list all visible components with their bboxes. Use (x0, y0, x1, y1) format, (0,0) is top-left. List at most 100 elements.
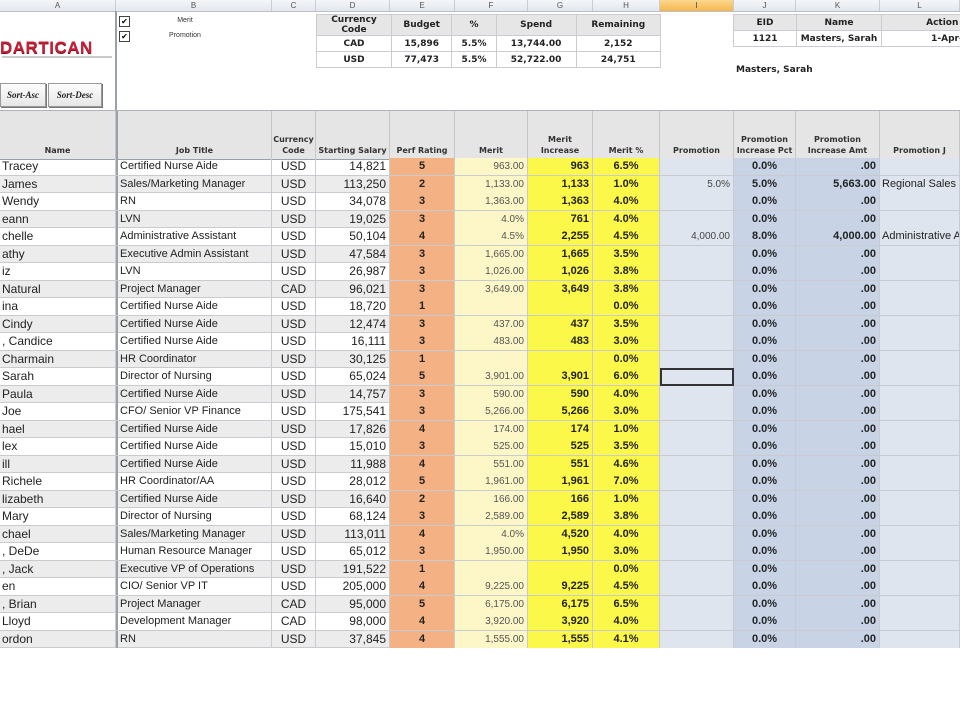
cell-promotion-increase-pct[interactable]: 0.0% (734, 210, 796, 228)
cell-promotion-job[interactable] (880, 263, 960, 280)
cell-merit[interactable]: 525.00 (455, 438, 528, 455)
cell-name[interactable]: athy (0, 245, 116, 263)
cell-promotion-job[interactable] (880, 315, 960, 333)
cell-name[interactable]: chelle (0, 228, 116, 245)
cell-perf-rating[interactable]: 2 (390, 175, 455, 193)
cell-promotion-job[interactable] (880, 298, 960, 315)
grid-header-job-title[interactable]: Job Title (116, 111, 272, 159)
cell-name[interactable]: Wendy (0, 193, 116, 210)
cell-name[interactable]: hael (0, 420, 116, 438)
cell-starting-salary[interactable]: 11,988 (316, 455, 390, 473)
cell-merit-pct[interactable]: 6.5% (593, 158, 660, 175)
cell-currency-code[interactable]: USD (272, 368, 316, 385)
column-header-k[interactable]: K (796, 0, 880, 11)
cell-job-title[interactable]: Executive Admin Assistant (116, 245, 272, 263)
cell-merit-pct[interactable]: 4.5% (593, 578, 660, 595)
cell-promotion[interactable] (660, 333, 734, 350)
cell-merit[interactable]: 483.00 (455, 333, 528, 350)
cell-merit-increase[interactable]: 174 (528, 420, 593, 438)
cell-job-title[interactable]: Certified Nurse Aide (116, 158, 272, 175)
cell-currency-code[interactable]: USD (272, 350, 316, 368)
cell-promotion-job[interactable] (880, 613, 960, 630)
cell-currency-code[interactable]: USD (272, 333, 316, 350)
cell-currency-code[interactable]: USD (272, 543, 316, 560)
cell-name[interactable]: Lloyd (0, 613, 116, 630)
cell-currency-code[interactable]: USD (272, 508, 316, 525)
cell-starting-salary[interactable]: 98,000 (316, 613, 390, 630)
cell-promotion[interactable] (660, 630, 734, 648)
cell-merit-pct[interactable]: 3.0% (593, 403, 660, 420)
cell-merit[interactable]: 2,589.00 (455, 508, 528, 525)
cell-job-title[interactable]: Certified Nurse Aide (116, 420, 272, 438)
cell-promotion-increase-amt[interactable]: .00 (796, 245, 880, 263)
cell-promotion-job[interactable] (880, 508, 960, 525)
cell-promotion-increase-amt[interactable]: .00 (796, 613, 880, 630)
grid-header-promotion-job[interactable]: Promotion J (880, 111, 960, 159)
cell-promotion[interactable] (660, 438, 734, 455)
budget-cell[interactable]: 13,744.00 (495, 35, 577, 52)
cell-starting-salary[interactable]: 14,757 (316, 385, 390, 403)
cell-merit-increase[interactable] (528, 560, 593, 578)
cell-job-title[interactable]: Director of Nursing (116, 368, 272, 385)
cell-perf-rating[interactable]: 2 (390, 490, 455, 508)
cell-promotion-job[interactable] (880, 280, 960, 298)
cell-job-title[interactable]: Certified Nurse Aide (116, 438, 272, 455)
cell-promotion[interactable] (660, 210, 734, 228)
cell-perf-rating[interactable]: 4 (390, 630, 455, 648)
cell-promotion-increase-pct[interactable]: 0.0% (734, 280, 796, 298)
cell-name[interactable]: iz (0, 263, 116, 280)
cell-job-title[interactable]: HR Coordinator/AA (116, 473, 272, 490)
cell-promotion-increase-amt[interactable]: .00 (796, 473, 880, 490)
cell-name[interactable]: lex (0, 438, 116, 455)
cell-promotion-increase-pct[interactable]: 0.0% (734, 333, 796, 350)
cell-promotion[interactable] (660, 525, 734, 543)
cell-promotion-increase-pct[interactable]: 0.0% (734, 368, 796, 385)
cell-job-title[interactable]: Administrative Assistant (116, 228, 272, 245)
cell-perf-rating[interactable]: 3 (390, 438, 455, 455)
cell-promotion[interactable] (660, 315, 734, 333)
cell-promotion-increase-amt[interactable]: .00 (796, 455, 880, 473)
cell-merit-pct[interactable]: 4.5% (593, 228, 660, 245)
cell-job-title[interactable]: RN (116, 193, 272, 210)
cell-job-title[interactable]: CIO/ Senior VP IT (116, 578, 272, 595)
cell-promotion[interactable]: 5.0% (660, 175, 734, 193)
cell-name[interactable]: chael (0, 525, 116, 543)
cell-currency-code[interactable]: USD (272, 193, 316, 210)
promotion-checkbox[interactable]: ✔ (119, 31, 130, 42)
cell-starting-salary[interactable]: 12,474 (316, 315, 390, 333)
cell-currency-code[interactable]: CAD (272, 280, 316, 298)
cell-job-title[interactable]: Certified Nurse Aide (116, 333, 272, 350)
sort-desc-button[interactable]: Sort-Desc (48, 83, 102, 107)
grid-header-merit-increase[interactable]: Merit Increase (528, 111, 593, 159)
cell-currency-code[interactable]: USD (272, 578, 316, 595)
cell-merit-increase[interactable]: 525 (528, 438, 593, 455)
cell-merit-pct[interactable]: 3.8% (593, 508, 660, 525)
cell-promotion[interactable] (660, 368, 734, 385)
cell-merit-pct[interactable]: 6.0% (593, 368, 660, 385)
grid-header-promotion-increase-pct[interactable]: Promotion Increase Pct (734, 111, 796, 159)
cell-job-title[interactable]: Certified Nurse Aide (116, 490, 272, 508)
cell-job-title[interactable]: Certified Nurse Aide (116, 455, 272, 473)
cell-promotion-increase-amt[interactable]: .00 (796, 333, 880, 350)
lookup-name[interactable]: Masters, Sarah (796, 30, 882, 47)
cell-job-title[interactable]: Development Manager (116, 613, 272, 630)
cell-starting-salary[interactable]: 34,078 (316, 193, 390, 210)
cell-starting-salary[interactable]: 30,125 (316, 350, 390, 368)
cell-merit[interactable]: 437.00 (455, 315, 528, 333)
cell-merit-pct[interactable]: 3.0% (593, 333, 660, 350)
cell-currency-code[interactable]: USD (272, 473, 316, 490)
cell-job-title[interactable]: RN (116, 630, 272, 648)
cell-merit-pct[interactable]: 4.0% (593, 210, 660, 228)
budget-cell[interactable]: 5.5% (451, 51, 497, 68)
cell-merit-increase[interactable]: 551 (528, 455, 593, 473)
cell-promotion-job[interactable] (880, 245, 960, 263)
budget-cell[interactable]: 5.5% (451, 35, 497, 52)
budget-cell[interactable]: USD (316, 51, 392, 68)
cell-promotion-increase-pct[interactable]: 0.0% (734, 263, 796, 280)
cell-merit[interactable]: 1,026.00 (455, 263, 528, 280)
lookup-eid[interactable]: 1121 (733, 30, 797, 47)
cell-promotion-job[interactable] (880, 158, 960, 175)
cell-perf-rating[interactable]: 3 (390, 333, 455, 350)
cell-promotion-job[interactable] (880, 385, 960, 403)
cell-promotion[interactable] (660, 245, 734, 263)
